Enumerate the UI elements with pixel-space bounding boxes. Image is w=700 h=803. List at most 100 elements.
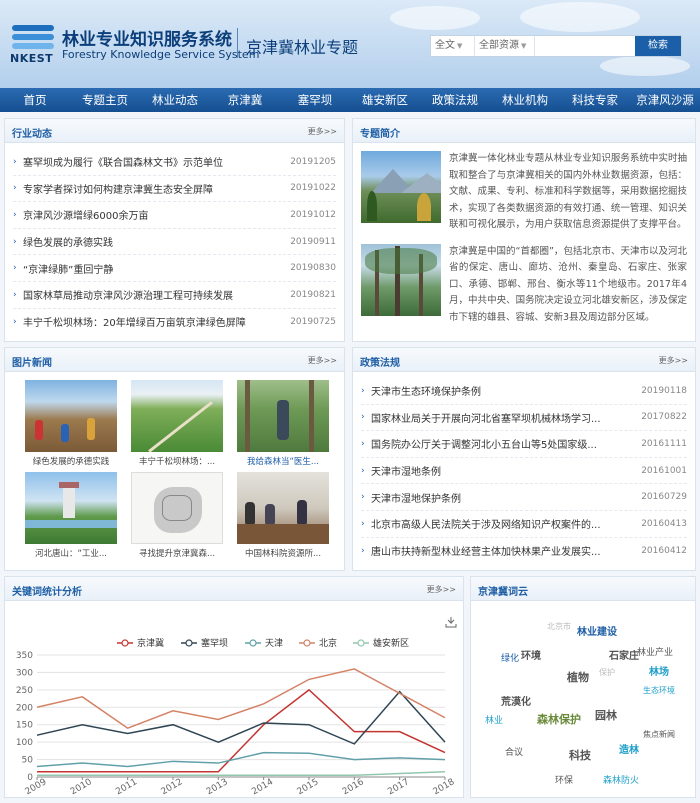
cloud-word[interactable]: 保护 [599, 667, 615, 678]
list-item[interactable]: › 唐山市扶持新型林业经营主体加快林果产业发展实... 20160412 [361, 538, 687, 565]
nav-item-policy[interactable]: 政策法规 [420, 88, 490, 112]
photo-card[interactable]: 我给森林当“医生... [237, 380, 329, 467]
legend-marker [303, 639, 311, 647]
nav-item-institutions[interactable]: 林业机构 [490, 88, 560, 112]
search-input[interactable] [535, 36, 635, 56]
news-title[interactable]: 塞罕坝成为履行《联合国森林文书》示范单位 [23, 154, 284, 169]
cloud-decoration [600, 56, 690, 76]
policy-title[interactable]: 北京市高级人民法院关于涉及网络知识产权案件的... [371, 516, 635, 531]
news-title[interactable]: 绿色发展的承德实践 [23, 234, 284, 249]
photo-card[interactable]: 丰宁千松坝林场：... [131, 380, 223, 467]
photo-caption[interactable]: 河北唐山：“工业... [25, 547, 117, 559]
more-link[interactable]: 更多>> [308, 126, 337, 137]
more-link[interactable]: 更多>> [308, 355, 337, 366]
nav-item-xiongan[interactable]: 雄安新区 [350, 88, 420, 112]
cloud-word[interactable]: 造林 [619, 741, 639, 756]
nav-item-jingjinji[interactable]: 京津冀 [210, 88, 280, 112]
photo-card[interactable]: 寻找提升京津冀森... [131, 472, 223, 559]
cloud-word[interactable]: 林业建设 [577, 623, 617, 638]
policy-list: › 天津市生态环境保护条例 20190118 › 国家林业局关于开展向河北省塞罕坝机械… [353, 372, 695, 564]
list-item[interactable]: › 国务院办公厅关于调整河北小五台山等5处国家级... 20161111 [361, 431, 687, 458]
cloud-word[interactable]: 石家庄 [609, 647, 639, 662]
intro-row: 京津冀是中国的“首都圈”，包括北京市、天津市以及河北省的保定、唐山、廊坊、沧州、… [361, 243, 687, 327]
news-title[interactable]: 国家林草局推动京津风沙源治理工程可持续发展 [23, 287, 284, 302]
intro-body: 京津冀一体化林业专题从林业专业知识服务系统中实时抽取和整合了与京津冀相关的国内外… [353, 143, 695, 326]
cloud-word[interactable]: 园林 [595, 707, 617, 723]
arrow-icon: › [13, 316, 17, 327]
list-item[interactable]: › 北京市高级人民法院关于涉及网络知识产权案件的... 20160413 [361, 511, 687, 538]
cloud-word[interactable]: 森林防火 [603, 773, 639, 786]
arrow-icon: › [13, 263, 17, 274]
photo-caption[interactable]: 我给森林当“医生... [237, 455, 329, 467]
news-title[interactable]: “京津绿肺”重回宁静 [23, 261, 284, 276]
more-link[interactable]: 更多>> [659, 355, 688, 366]
arrow-icon: › [361, 518, 365, 529]
legend-label: 京津冀 [137, 637, 164, 649]
download-icon[interactable] [445, 617, 457, 628]
policy-title[interactable]: 唐山市扶持新型林业经营主体加快林果产业发展实... [371, 543, 635, 558]
cloud-word[interactable]: 环境 [521, 647, 541, 662]
legend-label: 雄安新区 [373, 637, 409, 649]
nav-item-sandstorm[interactable]: 京津风沙源 [630, 88, 700, 112]
cloud-word[interactable]: 林业产业 [637, 645, 673, 658]
nav-item-experts[interactable]: 科技专家 [560, 88, 630, 112]
logo-icon[interactable] [12, 25, 58, 55]
search-button[interactable]: 检索 [635, 36, 681, 56]
panel-header: 关键词统计分析 更多>> [5, 577, 463, 601]
cloud-word[interactable]: 林场 [649, 663, 669, 678]
cloud-word[interactable]: 绿化 [501, 651, 519, 664]
policy-title[interactable]: 国家林业局关于开展向河北省塞罕坝机械林场学习... [371, 410, 635, 425]
search-scope-select[interactable]: 全文 ▼ [431, 36, 475, 56]
cloud-word[interactable]: 森林保护 [537, 711, 581, 727]
photo-caption[interactable]: 绿色发展的承德实践 [25, 455, 117, 467]
search-resource-select[interactable]: 全部资源 ▼ [475, 36, 535, 56]
list-item[interactable]: › 丰宁千松坝林场：20年增绿百万亩筑京津绿色屏障 20190725 [13, 309, 336, 336]
map-photo [131, 472, 223, 544]
cloud-word[interactable]: 科技 [569, 747, 591, 763]
list-item[interactable]: › 天津市湿地保护条例 20160729 [361, 484, 687, 511]
news-title[interactable]: 专家学者探讨如何构建京津冀生态安全屏障 [23, 181, 284, 196]
nav-item-saihanba[interactable]: 塞罕坝 [280, 88, 350, 112]
cloud-word[interactable]: 合议 [505, 745, 523, 758]
site-title[interactable]: 林业专业知识服务系统 [62, 25, 232, 50]
cloud-word[interactable]: 植物 [567, 669, 589, 685]
policy-title[interactable]: 天津市湿地条例 [371, 463, 635, 478]
list-item[interactable]: › 京津风沙源增绿6000余万亩 20191012 [13, 202, 336, 229]
list-item[interactable]: › 塞罕坝成为履行《联合国森林文书》示范单位 20191205 [13, 149, 336, 176]
cloud-word[interactable]: 焦点新闻 [643, 729, 675, 740]
list-item[interactable]: › 国家林草局推动京津风沙源治理工程可持续发展 20190821 [13, 282, 336, 309]
cloud-word[interactable]: 生态环境 [643, 685, 675, 696]
list-item[interactable]: › 天津市湿地条例 20161001 [361, 458, 687, 485]
list-item[interactable]: › 专家学者探讨如何构建京津冀生态安全屏障 20191022 [13, 176, 336, 203]
cloud-word[interactable]: 环保 [555, 773, 573, 786]
photo-caption[interactable]: 寻找提升京津冀森... [131, 547, 223, 559]
policy-title[interactable]: 国务院办公厅关于调整河北小五台山等5处国家级... [371, 436, 635, 451]
photo-grid: 绿色发展的承德实践 丰宁千松坝林场：... 我给森林当“医生... 河北唐山：“… [5, 372, 344, 564]
photo-caption[interactable]: 中国林科院资源所... [237, 547, 329, 559]
news-title[interactable]: 丰宁千松坝林场：20年增绿百万亩筑京津绿色屏障 [23, 314, 284, 329]
photo-caption[interactable]: 丰宁千松坝林场：... [131, 455, 223, 467]
y-tick-label: 0 [27, 773, 33, 783]
nav-item-topic-home[interactable]: 专题主页 [70, 88, 140, 112]
list-item[interactable]: › 国家林业局关于开展向河北省塞罕坝机械林场学习... 20170822 [361, 405, 687, 432]
policy-title[interactable]: 天津市湿地保护条例 [371, 490, 635, 505]
cloud-word[interactable]: 林业 [485, 713, 503, 726]
news-title[interactable]: 京津风沙源增绿6000余万亩 [23, 207, 284, 222]
x-tick-label: 2018 [432, 777, 457, 797]
arrow-icon: › [13, 156, 17, 167]
policy-title[interactable]: 天津市生态环境保护条例 [371, 383, 635, 398]
cloud-word[interactable]: 北京市 [547, 621, 571, 632]
photo-card[interactable]: 中国林科院资源所... [237, 472, 329, 559]
photo-card[interactable]: 绿色发展的承德实践 [25, 380, 117, 467]
list-item[interactable]: › 绿色发展的承德实践 20190911 [13, 229, 336, 256]
industry-news-panel: 行业动态 更多>> › 塞罕坝成为履行《联合国森林文书》示范单位 20191205 … [4, 118, 345, 342]
photo-card[interactable]: 河北唐山：“工业... [25, 472, 117, 559]
nav-item-forestry-news[interactable]: 林业动态 [140, 88, 210, 112]
more-link[interactable]: 更多>> [427, 584, 456, 595]
list-item[interactable]: › “京津绿肺”重回宁静 20190830 [13, 255, 336, 282]
list-item[interactable]: › 天津市生态环境保护条例 20190118 [361, 378, 687, 405]
header: NKEST 林业专业知识服务系统 Forestry Knowledge Serv… [0, 0, 700, 88]
legend-label: 塞罕坝 [201, 637, 228, 649]
cloud-word[interactable]: 荒漠化 [501, 693, 531, 708]
nav-item-home[interactable]: 首页 [0, 88, 70, 112]
